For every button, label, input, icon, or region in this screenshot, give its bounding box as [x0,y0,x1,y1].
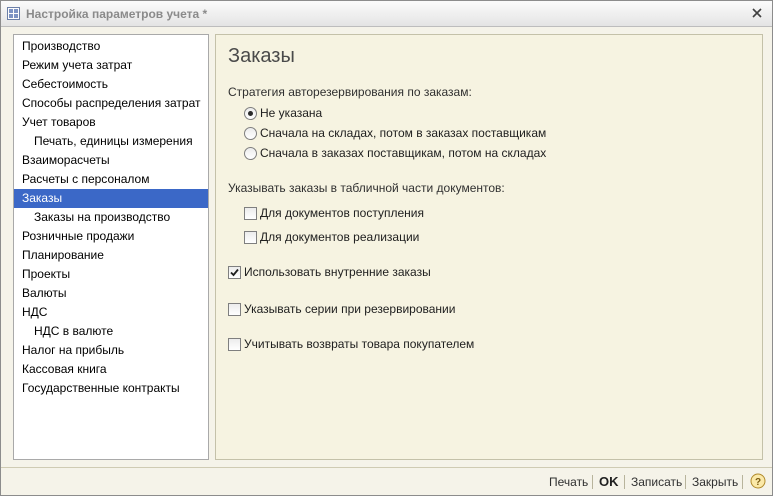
checkbox-box-checked[interactable] [228,265,241,279]
sales-docs-checkbox[interactable]: Для документов реализации [244,229,419,245]
receipt-docs-checkbox[interactable]: Для документов поступления [244,205,424,221]
help-icon[interactable]: ? [750,473,766,489]
nav-item-orders[interactable]: Заказы [14,189,208,208]
nav-item-goods-accounting[interactable]: Учет товаров [14,113,208,132]
nav-item-vat-currency[interactable]: НДС в валюте [14,322,208,341]
strategy-option-warehouses-first[interactable]: Сначала на складах, потом в заказах пост… [244,125,546,141]
strategy-label: Стратегия авторезервирования по заказам: [228,85,472,99]
nav-item-cost-accounting-mode[interactable]: Режим учета затрат [14,56,208,75]
checkbox-box[interactable] [228,337,241,351]
radio-indicator[interactable] [244,126,257,140]
nav-item-settlements[interactable]: Взаиморасчеты [14,151,208,170]
checkbox-label: Использовать внутренние заказы [244,265,431,279]
nav-item-production-orders[interactable]: Заказы на производство [14,208,208,227]
separator [592,475,593,489]
separator [685,475,686,489]
checkbox-box[interactable] [244,206,257,220]
internal-orders-checkbox[interactable]: Использовать внутренние заказы [228,264,431,280]
page-title: Заказы [228,45,295,67]
strategy-option-supplier-orders-first[interactable]: Сначала в заказах поставщикам, потом на … [244,145,546,161]
nav-item-personnel-settlements[interactable]: Расчеты с персоналом [14,170,208,189]
nav-item-profit-tax[interactable]: Налог на прибыль [14,341,208,360]
checkbox-box[interactable] [228,302,241,316]
separator [624,475,625,489]
checkbox-box[interactable] [244,230,257,244]
print-button[interactable]: Печать [549,475,588,489]
series-reservation-checkbox[interactable]: Указывать серии при резервировании [228,301,455,317]
checkmark-icon [230,268,239,276]
nav-item-cost-distribution[interactable]: Способы распределения затрат [14,94,208,113]
close-icon[interactable] [749,5,765,21]
nav-item-print-units[interactable]: Печать, единицы измерения [14,132,208,151]
nav-item-cost-price[interactable]: Себестоимость [14,75,208,94]
command-bar: Печать OK Записать Закрыть ? [1,467,772,495]
title-bar: Настройка параметров учета * [1,1,772,27]
separator [742,475,743,489]
nav-item-retail-sales[interactable]: Розничные продажи [14,227,208,246]
checkbox-label: Для документов реализации [260,230,420,244]
radio-selected-indicator[interactable] [244,106,257,120]
nav-item-cash-book[interactable]: Кассовая книга [14,360,208,379]
checkbox-label: Для документов поступления [260,206,424,220]
nav-item-production[interactable]: Производство [14,37,208,56]
option-label: Не указана [260,106,323,120]
nav-item-vat[interactable]: НДС [14,303,208,322]
option-label: Сначала на складах, потом в заказах пост… [260,126,547,140]
settings-content-panel: Заказы Стратегия авторезервирования по з… [215,34,763,460]
window-title: Настройка параметров учета * [26,7,208,21]
settings-nav-list: Производство Режим учета затрат Себестои… [13,34,209,460]
table-orders-label: Указывать заказы в табличной части докум… [228,181,505,195]
radio-indicator[interactable] [244,146,257,160]
settings-window: Настройка параметров учета * Производств… [0,0,773,496]
strategy-option-not-specified[interactable]: Не указана [244,105,322,121]
nav-item-planning[interactable]: Планирование [14,246,208,265]
close-button[interactable]: Закрыть [692,475,738,489]
checkbox-label: Указывать серии при резервировании [244,302,456,316]
svg-text:?: ? [755,477,761,488]
form-grid-icon [7,7,20,20]
nav-item-projects[interactable]: Проекты [14,265,208,284]
checkbox-label: Учитывать возвраты товара покупателем [244,337,475,351]
nav-item-currencies[interactable]: Валюты [14,284,208,303]
nav-item-state-contracts[interactable]: Государственные контракты [14,379,208,398]
save-button[interactable]: Записать [631,475,682,489]
ok-button[interactable]: OK [599,474,619,489]
customer-returns-checkbox[interactable]: Учитывать возвраты товара покупателем [228,336,474,352]
option-label: Сначала в заказах поставщикам, потом на … [260,146,547,160]
